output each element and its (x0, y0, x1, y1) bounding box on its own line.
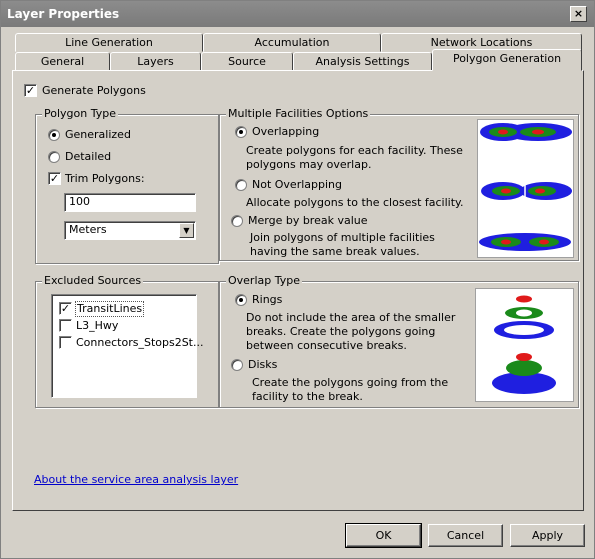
window-title: Layer Properties (7, 7, 120, 21)
generate-polygons-checkbox[interactable]: ✓ (24, 84, 37, 97)
merge-break-description: Join polygons of multiple facilities hav… (250, 231, 435, 258)
trim-distance-input[interactable]: 100 (64, 193, 196, 212)
tab-analysis-settings[interactable]: Analysis Settings (293, 52, 432, 71)
excluded-sources-list[interactable]: ✓ TransitLines L3_Hwy Connectors_Stops2S… (51, 294, 204, 398)
overlap-type-title: Overlap Type (226, 274, 302, 288)
disks-description: Create the polygons going from the facil… (252, 376, 449, 403)
list-item[interactable]: TransitLines (74, 301, 145, 317)
list-item[interactable]: Connectors_Stops2St... (76, 336, 204, 350)
close-button[interactable]: × (570, 6, 587, 22)
not-overlapping-label: Not Overlapping (252, 178, 342, 191)
list-item[interactable]: L3_Hwy (76, 319, 118, 333)
polygon-type-title: Polygon Type (42, 107, 118, 121)
overlapping-label: Overlapping (252, 125, 320, 138)
generate-polygons-label: Generate Polygons (42, 84, 146, 97)
trim-polygons-checkbox[interactable]: ✓ (48, 172, 61, 185)
layer-properties-window: Layer Properties × Line Generation Accum… (0, 0, 595, 559)
overlap-illustration (475, 288, 574, 402)
overlap-diagram-icon (492, 295, 556, 394)
trim-polygons-label: Trim Polygons: (65, 172, 145, 185)
tab-line-generation[interactable]: Line Generation (15, 33, 203, 52)
apply-button[interactable]: Apply (510, 524, 585, 547)
overlap-type-group: Overlap Type Rings Do not include the ar… (219, 274, 579, 408)
tab-accumulation[interactable]: Accumulation (203, 33, 381, 52)
tab-polygon-generation[interactable]: Polygon Generation (432, 49, 582, 71)
tab-source[interactable]: Source (201, 52, 293, 71)
multiple-facilities-title: Multiple Facilities Options (226, 107, 371, 121)
rings-label: Rings (252, 293, 283, 306)
facilities-diagram-icon (479, 123, 572, 251)
merge-break-radio[interactable] (231, 215, 243, 227)
rings-radio[interactable] (235, 294, 247, 306)
overlapping-radio[interactable] (235, 126, 247, 138)
chevron-down-icon[interactable]: ▼ (179, 223, 194, 238)
units-dropdown[interactable]: Meters ▼ (64, 221, 196, 240)
ok-button[interactable]: OK (345, 523, 422, 548)
cancel-button[interactable]: Cancel (428, 524, 503, 547)
units-value: Meters (69, 223, 107, 236)
tab-general[interactable]: General (15, 52, 110, 71)
multiple-facilities-group: Multiple Facilities Options Overlapping … (219, 107, 579, 261)
tab-layers[interactable]: Layers (110, 52, 201, 71)
title-bar: Layer Properties × (1, 1, 594, 27)
disks-radio[interactable] (231, 359, 243, 371)
excluded-sources-title: Excluded Sources (42, 274, 144, 288)
not-overlapping-radio[interactable] (235, 179, 247, 191)
overlapping-description: Create polygons for each facility. These… (246, 144, 463, 171)
rings-description: Do not include the area of the smaller b… (246, 311, 456, 352)
source-checkbox-l3-hwy[interactable] (59, 319, 72, 332)
disks-label: Disks (248, 358, 278, 371)
tab-panel: ✓ Generate Polygons Polygon Type General… (12, 70, 584, 511)
excluded-sources-group: Excluded Sources ✓ TransitLines L3_Hwy C… (35, 274, 219, 408)
not-overlapping-description: Allocate polygons to the closest facilit… (246, 196, 464, 209)
source-checkbox-connectors[interactable] (59, 336, 72, 349)
generalized-label: Generalized (65, 128, 131, 141)
facilities-illustration (477, 119, 574, 258)
generalized-radio[interactable] (48, 129, 60, 141)
polygon-type-group: Polygon Type Generalized Detailed ✓ Trim… (35, 107, 219, 264)
detailed-label: Detailed (65, 150, 112, 163)
detailed-radio[interactable] (48, 151, 60, 163)
merge-break-label: Merge by break value (248, 214, 368, 227)
about-service-area-link[interactable]: About the service area analysis layer (34, 473, 238, 486)
source-checkbox-transitlines[interactable]: ✓ (59, 302, 72, 315)
